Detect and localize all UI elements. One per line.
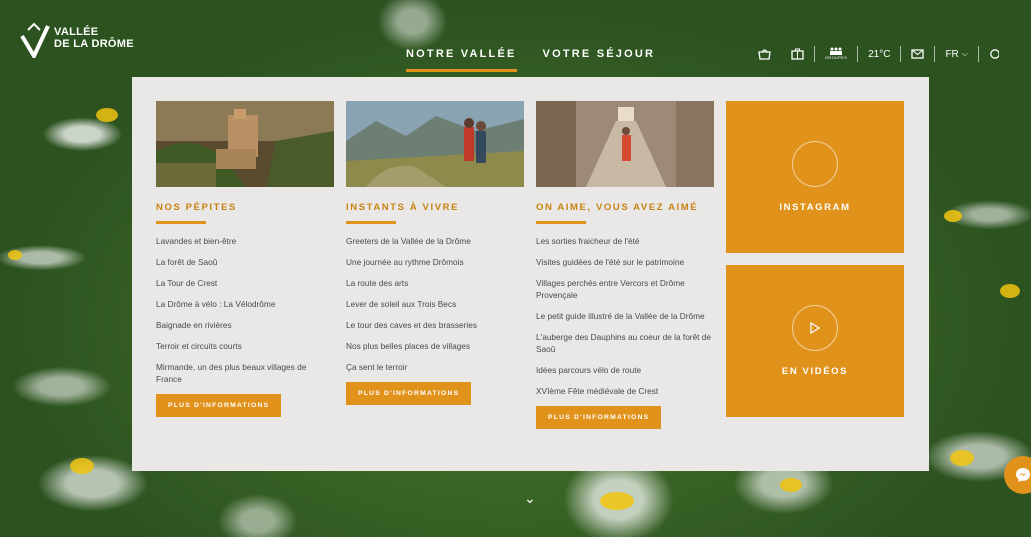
link-list: Greeters de la Vallée de la Drôme Une jo… [346, 235, 524, 373]
groupes-label: GROUPES [825, 55, 848, 60]
menu-link[interactable]: Visites guidées de l'été sur le patrimoi… [536, 256, 714, 268]
title-underline [536, 221, 586, 224]
photo-stone-street [536, 101, 714, 187]
menu-link[interactable]: Lever de soleil aux Trois Becs [346, 298, 524, 310]
videos-label: EN VIDÉOS [781, 366, 849, 377]
brand-line-1: VALLÉE [54, 26, 99, 38]
groupes-button[interactable]: GROUPES [815, 44, 857, 64]
nav-notre-vallee[interactable]: NOTRE VALLÉE [406, 48, 517, 72]
chevron-down-icon: ⌵ [961, 49, 968, 58]
more-info-button[interactable]: PLUS D'INFORMATIONS [156, 394, 282, 417]
photo-village-castle [156, 101, 334, 187]
menu-link[interactable]: Mirmande, un des plus beaux villages de … [156, 361, 324, 385]
menu-link[interactable]: Nos plus belles places de villages [346, 340, 524, 352]
language-selector[interactable]: FR ⌵ [935, 44, 977, 64]
link-list: Les sorties fraicheur de l'été Visites g… [536, 235, 714, 397]
menu-link[interactable]: Lavandes et bien-être [156, 235, 334, 247]
play-icon [792, 305, 838, 351]
instagram-label: INSTAGRAM [779, 202, 851, 213]
title-underline [156, 221, 206, 224]
menu-link[interactable]: La Tour de Crest [156, 277, 334, 289]
site-logo[interactable]: VALLÉE DE LA DRÔME [20, 22, 134, 58]
search-icon[interactable] [979, 44, 999, 64]
menu-link[interactable]: Idées parcours vélo de route [536, 364, 714, 376]
photo-hikers [346, 101, 524, 187]
scroll-down-chevron-icon[interactable]: ⌄ [524, 490, 536, 507]
more-info-button[interactable]: PLUS D'INFORMATIONS [346, 382, 472, 405]
messenger-icon [1016, 468, 1030, 482]
menu-link[interactable]: Les sorties fraicheur de l'été [536, 235, 714, 247]
more-info-button[interactable]: PLUS D'INFORMATIONS [536, 406, 662, 429]
main-nav: NOTRE VALLÉE VOTRE SÉJOUR [406, 48, 656, 72]
column-title: INSTANTS À VIVRE [346, 202, 460, 213]
language-label: FR [945, 48, 959, 60]
menu-link[interactable]: Le tour des caves et des brasseries [346, 319, 524, 331]
videos-tile[interactable]: EN VIDÉOS [726, 265, 904, 417]
group-people-icon [830, 47, 843, 55]
column-title: ON AIME, VOUS AVEZ AIMÉ [536, 202, 699, 213]
brand-line-2: DE LA DRÔME [54, 38, 134, 50]
menu-link[interactable]: Terroir et circuits courts [156, 340, 334, 352]
mega-menu-panel: NOS PÉPITES Lavandes et bien-être La for… [132, 77, 929, 471]
menu-link[interactable]: Villages perchés entre Vercors et Drôme … [536, 277, 706, 301]
menu-link[interactable]: La Drôme à vélo : La Vélodrôme [156, 298, 334, 310]
suitcase-icon[interactable] [781, 44, 814, 64]
bag-icon[interactable] [748, 44, 781, 64]
menu-link[interactable]: L'auberge des Dauphins au coeur de la fo… [536, 331, 712, 355]
instagram-circle-icon [792, 141, 838, 187]
menu-link[interactable]: La route des arts [346, 277, 524, 289]
column-on-aime: ON AIME, VOUS AVEZ AIMÉ Les sorties frai… [536, 101, 714, 429]
menu-link[interactable]: Ça sent le terroir [346, 361, 524, 373]
menu-link[interactable]: Greeters de la Vallée de la Drôme [346, 235, 524, 247]
weather-value: 21°C [868, 48, 891, 60]
header-tools: GROUPES 21°C FR ⌵ [748, 44, 999, 64]
mail-icon[interactable] [901, 44, 934, 64]
menu-link[interactable]: Le petit guide illustré de la Vallée de … [536, 310, 716, 322]
title-underline [346, 221, 396, 224]
menu-link[interactable]: XVIème Fête médiévale de Crest [536, 385, 714, 397]
menu-link[interactable]: La forêt de Saoû [156, 256, 334, 268]
logo-mark-icon [20, 22, 50, 58]
column-instants-a-vivre: INSTANTS À VIVRE Greeters de la Vallée d… [346, 101, 524, 405]
column-nos-pepites: NOS PÉPITES Lavandes et bien-être La for… [156, 101, 334, 417]
menu-link[interactable]: Baignade en rivières [156, 319, 334, 331]
instagram-tile[interactable]: INSTAGRAM [726, 101, 904, 253]
nav-votre-sejour[interactable]: VOTRE SÉJOUR [543, 48, 656, 68]
link-list: Lavandes et bien-être La forêt de Saoû L… [156, 235, 334, 385]
column-title: NOS PÉPITES [156, 202, 237, 213]
menu-link[interactable]: Une journée au rythme Drômois [346, 256, 524, 268]
